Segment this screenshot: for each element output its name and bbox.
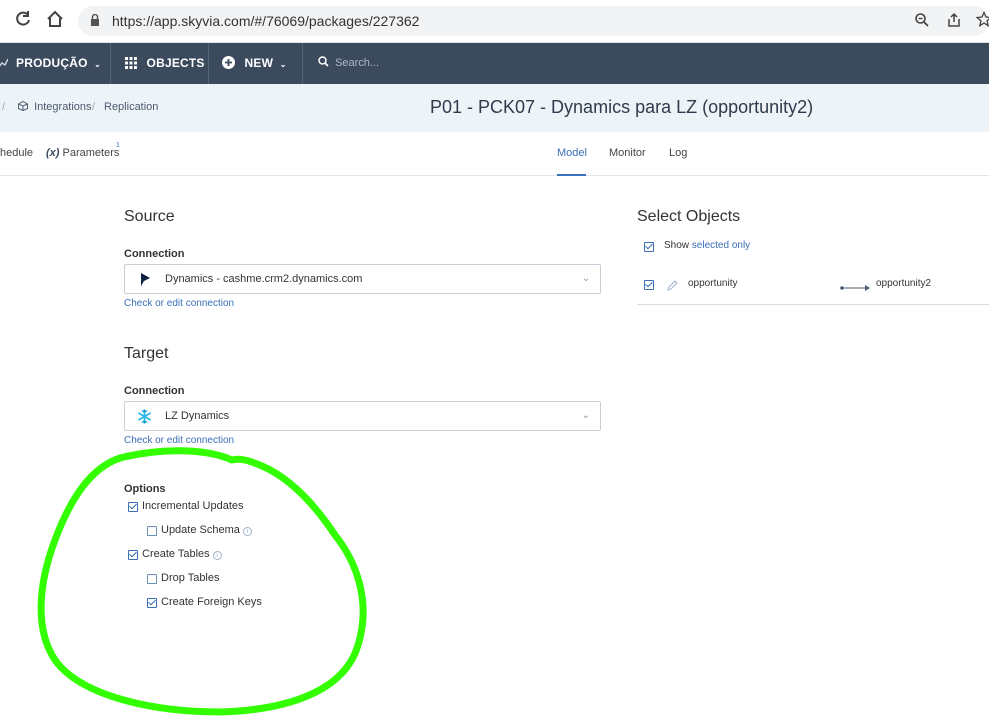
- highlight-annotation-circle: [37, 447, 367, 716]
